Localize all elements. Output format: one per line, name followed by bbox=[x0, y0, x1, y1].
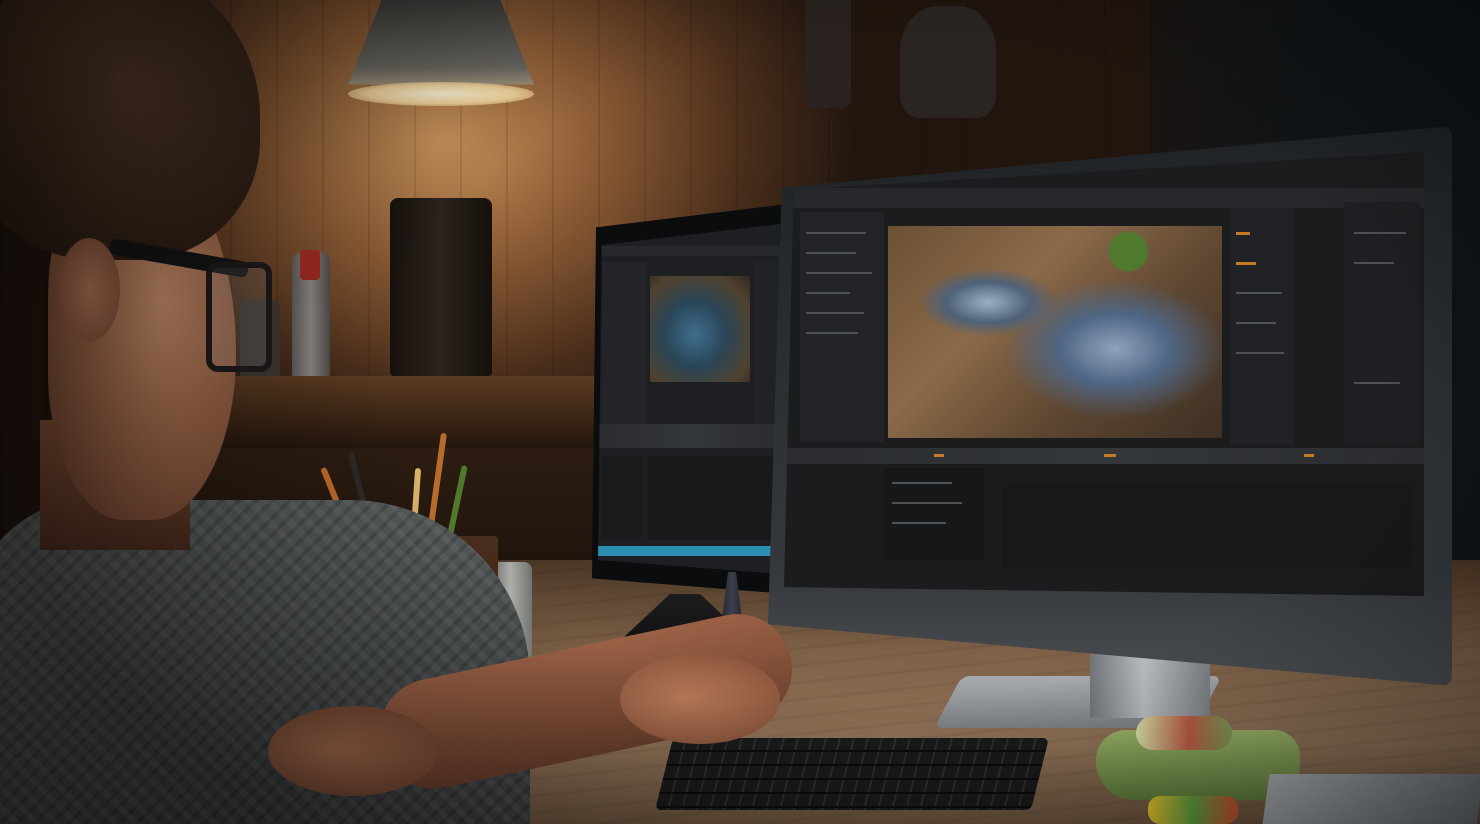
thumbnail-strip bbox=[598, 424, 780, 448]
panel-line bbox=[892, 482, 952, 484]
speaker bbox=[390, 198, 492, 376]
lamp-glow bbox=[348, 82, 534, 106]
screen-menubar bbox=[784, 188, 1424, 208]
desk-toy bbox=[1148, 796, 1238, 824]
timeline-marker bbox=[1304, 454, 1314, 457]
screen-panel bbox=[794, 468, 880, 554]
panel-accent bbox=[1236, 232, 1250, 235]
panel-line bbox=[1354, 382, 1400, 384]
taskbar bbox=[598, 546, 780, 556]
screen-panel bbox=[648, 456, 776, 540]
timeline-marker bbox=[1104, 454, 1116, 457]
video-preview bbox=[650, 276, 750, 382]
photo-scene bbox=[0, 0, 1480, 824]
wall-tool bbox=[805, 0, 851, 108]
panel-line bbox=[1354, 232, 1406, 234]
mouse-icon bbox=[1136, 716, 1232, 750]
keyboard-keys bbox=[655, 738, 1049, 810]
monitor-stand-neck bbox=[1090, 654, 1210, 718]
panel-line bbox=[806, 232, 866, 234]
right-hand bbox=[620, 654, 780, 744]
panel-line bbox=[806, 252, 856, 254]
secondary-screen bbox=[598, 224, 780, 574]
left-hand bbox=[268, 706, 438, 796]
panel-line bbox=[1236, 322, 1276, 324]
bottle-cap bbox=[300, 250, 320, 280]
panel-line bbox=[806, 332, 858, 334]
screen-panel bbox=[800, 212, 884, 442]
aerial-footage-viewer bbox=[888, 226, 1222, 438]
printed-photo bbox=[1262, 774, 1480, 824]
panel-line bbox=[892, 522, 946, 524]
hair bbox=[0, 0, 260, 260]
panel-line bbox=[806, 272, 872, 274]
panel-line bbox=[806, 312, 864, 314]
screen-panel bbox=[602, 262, 646, 432]
panel-line bbox=[806, 292, 850, 294]
timeline-marker bbox=[934, 454, 944, 457]
panel-accent bbox=[1236, 262, 1256, 265]
panel-line bbox=[1236, 292, 1282, 294]
shelf bbox=[180, 376, 610, 448]
editing-screen bbox=[784, 152, 1424, 596]
panel-line bbox=[892, 502, 962, 504]
glasses-lens bbox=[206, 262, 272, 372]
wall-tool bbox=[900, 6, 996, 118]
screen-panel bbox=[1230, 208, 1294, 444]
screen-panel bbox=[1344, 202, 1420, 442]
timeline-panel bbox=[1002, 482, 1412, 568]
panel-line bbox=[1236, 352, 1284, 354]
panel-line bbox=[1354, 262, 1394, 264]
screen-panel bbox=[602, 456, 642, 540]
screen-menubar bbox=[598, 246, 780, 256]
